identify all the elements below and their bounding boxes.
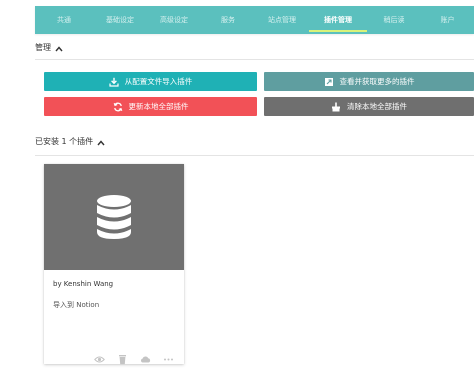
plugin-author: by Kenshin Wang bbox=[53, 280, 114, 288]
tab-read-later[interactable]: 稍后读 bbox=[367, 6, 421, 34]
broom-icon bbox=[332, 102, 340, 111]
chevron-up-icon bbox=[97, 139, 105, 145]
tab-account[interactable]: 账户 bbox=[421, 6, 474, 34]
update-all-plugins-button[interactable]: 更新本地全部插件 bbox=[44, 97, 257, 116]
get-more-plugins-button[interactable]: 查看并获取更多的插件 bbox=[264, 72, 474, 91]
button-label: 清除本地全部插件 bbox=[347, 102, 407, 111]
tab-label: 共通 bbox=[57, 16, 71, 24]
tab-label: 站点管理 bbox=[268, 16, 296, 24]
top-nav: 共通 基础设定 高级设定 服务 站点管理 插件管理 稍后读 账户 bbox=[35, 6, 474, 34]
button-label: 查看并获取更多的插件 bbox=[339, 77, 415, 86]
section-divider bbox=[35, 59, 474, 60]
button-label: 从配置文件导入插件 bbox=[124, 77, 193, 86]
cloud-icon[interactable] bbox=[140, 350, 151, 363]
plugin-card-media bbox=[44, 164, 184, 270]
tab-label: 高级设定 bbox=[160, 16, 188, 24]
sync-icon bbox=[113, 102, 122, 111]
trash-icon[interactable] bbox=[117, 350, 128, 365]
manage-section-header[interactable]: 管理 bbox=[35, 42, 63, 53]
installed-section-header[interactable]: 已安装 1 个插件 bbox=[35, 136, 105, 147]
tab-label: 基础设定 bbox=[106, 16, 134, 24]
tab-common[interactable]: 共通 bbox=[35, 6, 93, 34]
manage-section-title: 管理 bbox=[35, 43, 51, 52]
plugin-card-actions bbox=[44, 350, 184, 365]
button-label: 更新本地全部插件 bbox=[128, 102, 189, 111]
more-icon[interactable] bbox=[163, 350, 174, 361]
plugin-description: 导入到 Notion bbox=[53, 301, 100, 309]
tab-label: 账户 bbox=[440, 16, 455, 24]
eye-icon[interactable] bbox=[94, 350, 105, 363]
external-link-icon bbox=[324, 77, 333, 86]
section-divider bbox=[35, 155, 474, 156]
chevron-up-icon bbox=[55, 45, 63, 51]
tab-label: 服务 bbox=[221, 16, 235, 24]
import-from-config-button[interactable]: 从配置文件导入插件 bbox=[44, 72, 257, 91]
tab-label: 插件管理 bbox=[324, 16, 352, 24]
plugin-card: by Kenshin Wang 导入到 Notion bbox=[44, 164, 184, 365]
installed-section-title: 已安装 1 个插件 bbox=[35, 137, 94, 146]
active-tab-indicator bbox=[309, 30, 367, 32]
tab-plugin-management[interactable]: 插件管理 bbox=[309, 6, 367, 34]
database-icon bbox=[97, 195, 131, 239]
tab-basic-settings[interactable]: 基础设定 bbox=[93, 6, 147, 34]
tab-label: 稍后读 bbox=[383, 16, 405, 24]
tab-services[interactable]: 服务 bbox=[201, 6, 255, 34]
clear-all-plugins-button[interactable]: 清除本地全部插件 bbox=[264, 97, 474, 116]
tab-advanced-settings[interactable]: 高级设定 bbox=[147, 6, 201, 34]
download-icon bbox=[109, 77, 119, 87]
tab-site-management[interactable]: 站点管理 bbox=[255, 6, 309, 34]
